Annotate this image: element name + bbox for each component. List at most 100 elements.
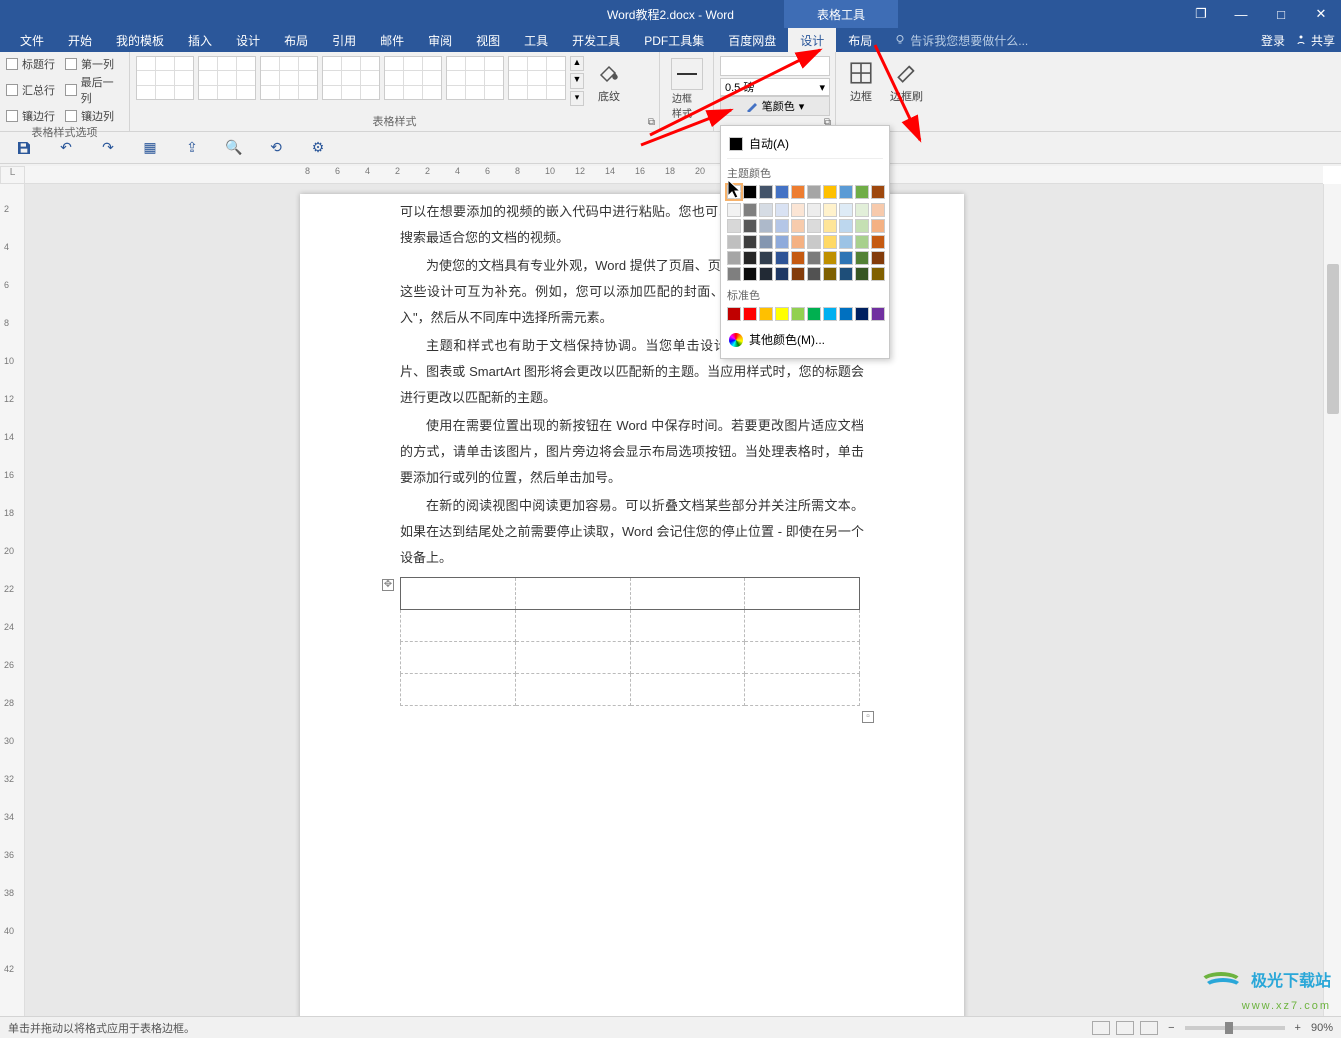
- color-swatch[interactable]: [727, 251, 741, 265]
- redo-button[interactable]: ↷: [98, 138, 118, 158]
- document-area[interactable]: 可以在想要添加的视频的嵌入代码中进行粘贴。您也可以键入一个关键字以联机搜索最适合…: [25, 184, 1323, 1016]
- tab-file[interactable]: 文件: [8, 28, 56, 52]
- color-swatch[interactable]: [855, 219, 869, 233]
- table-style-thumb[interactable]: [508, 56, 566, 100]
- border-painter-button[interactable]: 边框刷: [884, 56, 929, 106]
- gallery-scroll-down[interactable]: ▼: [570, 73, 584, 88]
- gallery-scroll-up[interactable]: ▲: [570, 56, 584, 71]
- table-style-thumb[interactable]: [384, 56, 442, 100]
- horizontal-ruler[interactable]: 86422468101214161820222426424446: [25, 166, 1323, 184]
- color-swatch[interactable]: [855, 185, 869, 199]
- color-swatch[interactable]: [743, 267, 757, 281]
- tab-baidu[interactable]: 百度网盘: [716, 28, 788, 52]
- color-swatch[interactable]: [823, 307, 837, 321]
- view-read-icon[interactable]: [1092, 1021, 1110, 1035]
- color-swatch[interactable]: [855, 251, 869, 265]
- color-swatch[interactable]: [871, 235, 885, 249]
- color-swatch[interactable]: [759, 251, 773, 265]
- table-style-thumb[interactable]: [136, 56, 194, 100]
- tab-mailings[interactable]: 邮件: [368, 28, 416, 52]
- color-swatch[interactable]: [727, 203, 741, 217]
- color-swatch[interactable]: [839, 185, 853, 199]
- vertical-ruler[interactable]: 24681012141618202224262830323436384042: [0, 184, 25, 1016]
- table-style-thumb[interactable]: [446, 56, 504, 100]
- scrollbar-thumb[interactable]: [1327, 264, 1339, 414]
- table-style-thumb[interactable]: [198, 56, 256, 100]
- maximize-button[interactable]: □: [1261, 0, 1301, 28]
- color-swatch[interactable]: [839, 251, 853, 265]
- vertical-scrollbar[interactable]: [1323, 184, 1341, 1016]
- color-swatch[interactable]: [791, 185, 805, 199]
- color-swatch[interactable]: [759, 307, 773, 321]
- color-swatch[interactable]: [727, 267, 741, 281]
- tab-pdf[interactable]: PDF工具集: [632, 28, 716, 52]
- tab-home[interactable]: 开始: [56, 28, 104, 52]
- color-swatch[interactable]: [759, 203, 773, 217]
- color-swatch[interactable]: [823, 235, 837, 249]
- color-swatch[interactable]: [871, 185, 885, 199]
- color-swatch[interactable]: [839, 307, 853, 321]
- check-last-col[interactable]: 最后一列: [65, 74, 123, 106]
- color-swatch[interactable]: [839, 267, 853, 281]
- color-swatch[interactable]: [775, 203, 789, 217]
- tab-tools[interactable]: 工具: [512, 28, 560, 52]
- color-swatch[interactable]: [727, 307, 741, 321]
- table-style-thumb[interactable]: [322, 56, 380, 100]
- zoom-slider[interactable]: [1185, 1026, 1285, 1030]
- save-button[interactable]: [14, 138, 34, 158]
- color-swatch[interactable]: [807, 267, 821, 281]
- minimize-button[interactable]: —: [1221, 0, 1261, 28]
- tab-templates[interactable]: 我的模板: [104, 28, 176, 52]
- color-swatch[interactable]: [839, 203, 853, 217]
- qat-button[interactable]: ⟲: [266, 138, 286, 158]
- tab-design[interactable]: 设计: [224, 28, 272, 52]
- color-swatch[interactable]: [743, 203, 757, 217]
- border-sample-dropdown[interactable]: [720, 56, 830, 76]
- qat-button[interactable]: ⚙: [308, 138, 328, 158]
- paragraph[interactable]: 在新的阅读视图中阅读更加容易。可以折叠文档某些部分并关注所需文本。如果在达到结尾…: [400, 493, 864, 571]
- check-banded-row[interactable]: 镶边行: [6, 108, 55, 124]
- auto-color-option[interactable]: 自动(A): [727, 132, 883, 159]
- view-web-icon[interactable]: [1140, 1021, 1158, 1035]
- color-swatch[interactable]: [807, 203, 821, 217]
- close-button[interactable]: ✕: [1301, 0, 1341, 28]
- color-swatch[interactable]: [807, 219, 821, 233]
- color-swatch[interactable]: [823, 203, 837, 217]
- tab-table-layout[interactable]: 布局: [836, 28, 884, 52]
- color-swatch[interactable]: [727, 219, 741, 233]
- color-swatch[interactable]: [791, 251, 805, 265]
- contextual-tab-table-tools[interactable]: 表格工具: [784, 0, 898, 28]
- color-swatch[interactable]: [839, 219, 853, 233]
- color-swatch[interactable]: [775, 267, 789, 281]
- color-swatch[interactable]: [775, 235, 789, 249]
- qat-button[interactable]: 🔍: [224, 138, 244, 158]
- color-swatch[interactable]: [759, 235, 773, 249]
- tab-view[interactable]: 视图: [464, 28, 512, 52]
- check-total-row[interactable]: 汇总行: [6, 74, 55, 106]
- color-swatch[interactable]: [759, 267, 773, 281]
- qat-button[interactable]: ⇪: [182, 138, 202, 158]
- tab-references[interactable]: 引用: [320, 28, 368, 52]
- color-swatch[interactable]: [743, 219, 757, 233]
- color-swatch[interactable]: [791, 267, 805, 281]
- color-swatch[interactable]: [791, 203, 805, 217]
- table-style-thumb[interactable]: [260, 56, 318, 100]
- check-header-row[interactable]: 标题行: [6, 56, 55, 72]
- color-swatch[interactable]: [839, 235, 853, 249]
- color-swatch[interactable]: [871, 219, 885, 233]
- color-swatch[interactable]: [791, 307, 805, 321]
- color-swatch[interactable]: [775, 185, 789, 199]
- color-swatch[interactable]: [727, 235, 741, 249]
- color-swatch[interactable]: [855, 267, 869, 281]
- color-swatch[interactable]: [775, 219, 789, 233]
- tab-review[interactable]: 审阅: [416, 28, 464, 52]
- borders-button[interactable]: 边框: [840, 56, 882, 106]
- check-banded-col[interactable]: 镶边列: [65, 108, 123, 124]
- color-swatch[interactable]: [871, 203, 885, 217]
- pen-weight-dropdown[interactable]: 0.5 磅▾: [720, 78, 830, 96]
- color-swatch[interactable]: [871, 267, 885, 281]
- zoom-in-button[interactable]: +: [1295, 1022, 1301, 1034]
- zoom-level[interactable]: 90%: [1311, 1022, 1333, 1034]
- shading-button[interactable]: 底纹: [588, 56, 630, 106]
- share-button[interactable]: 共享: [1295, 32, 1335, 49]
